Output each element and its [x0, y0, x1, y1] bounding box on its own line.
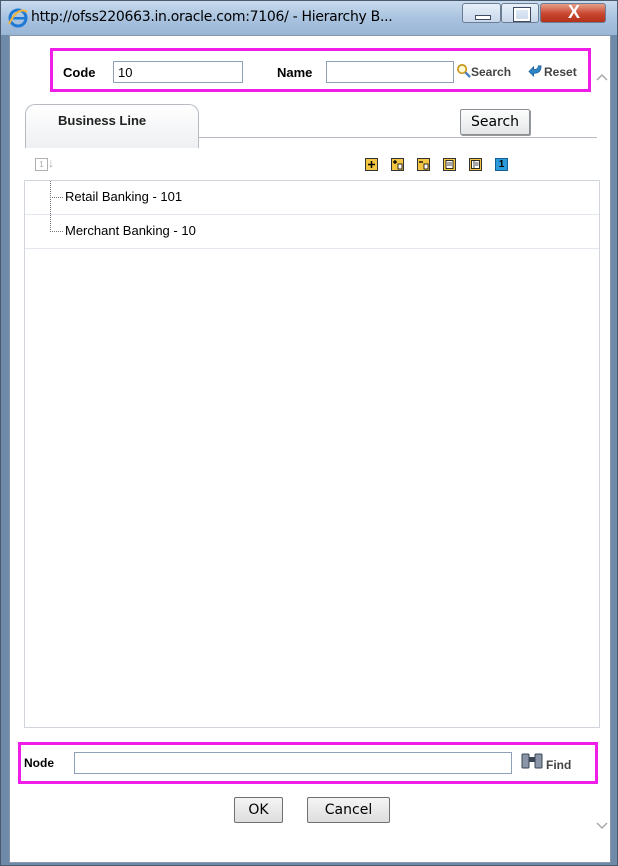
maximize-button[interactable]: [501, 3, 539, 23]
reset-arrow-icon: [528, 65, 542, 78]
tree-connector: [50, 197, 63, 198]
tree-connector: [50, 215, 51, 232]
search-button[interactable]: Search: [460, 109, 530, 135]
tree-node[interactable]: Retail Banking - 101: [25, 181, 599, 215]
find-label: Find: [546, 758, 572, 772]
code-input[interactable]: [113, 61, 243, 83]
minimize-button[interactable]: [462, 3, 501, 23]
search-icon: [457, 64, 471, 78]
reset-link-label: Reset: [544, 65, 577, 79]
maximize-icon: [514, 8, 530, 21]
dialog-content: Code Name Search Reset Business Line Sea…: [9, 35, 611, 863]
node-input[interactable]: [74, 752, 512, 774]
collapse-branch-icon[interactable]: [417, 158, 430, 171]
name-label: Name: [277, 65, 313, 80]
find-button[interactable]: Find: [521, 751, 591, 775]
hierarchy-tree: Retail Banking - 101 Merchant Banking - …: [24, 180, 600, 728]
scroll-down-icon[interactable]: [596, 822, 608, 830]
show-level-icon[interactable]: 1: [495, 158, 508, 171]
expand-all-icon[interactable]: [365, 158, 378, 171]
tree-node-label: Merchant Banking - 10: [65, 223, 196, 238]
show-level-glyph: 1: [498, 159, 505, 170]
popup-window: http://ofss220663.in.oracle.com:7106/ - …: [0, 0, 618, 866]
show-code-icon[interactable]: [443, 158, 456, 171]
binoculars-icon: [521, 753, 543, 769]
node-label: Node: [24, 756, 54, 770]
name-input[interactable]: [326, 61, 454, 83]
expand-branch-icon[interactable]: [391, 158, 404, 171]
reset-link[interactable]: Reset: [528, 61, 590, 81]
title-bar[interactable]: http://ofss220663.in.oracle.com:7106/ - …: [1, 1, 617, 35]
tree-connector: [50, 231, 63, 232]
minimize-icon: [475, 15, 491, 20]
show-name-icon[interactable]: [469, 158, 482, 171]
tree-node-label: Retail Banking - 101: [65, 189, 183, 204]
tree-node[interactable]: Merchant Banking - 10: [25, 215, 599, 249]
tab-business-line[interactable]: Business Line: [25, 104, 199, 148]
close-icon: X: [567, 2, 580, 22]
internet-explorer-icon: [8, 8, 28, 28]
code-label: Code: [63, 65, 96, 80]
search-link-label: Search: [471, 65, 512, 79]
tab-divider: [199, 137, 597, 138]
tab-business-line-label: Business Line: [58, 113, 147, 128]
sort-order-icon[interactable]: 1 ↓: [35, 156, 57, 172]
cancel-button[interactable]: Cancel: [307, 797, 390, 823]
search-link[interactable]: Search: [456, 61, 526, 81]
ok-button[interactable]: OK: [234, 797, 283, 823]
scroll-up-icon[interactable]: [596, 73, 608, 81]
close-button[interactable]: X: [540, 2, 606, 23]
window-title: http://ofss220663.in.oracle.com:7106/ - …: [31, 9, 393, 25]
